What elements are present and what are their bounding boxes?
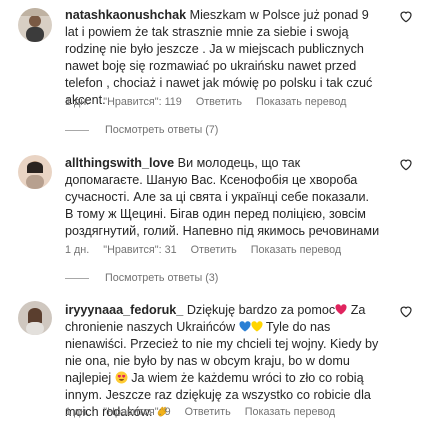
username[interactable]: iryyynaaa_fedoruk_ xyxy=(65,303,183,317)
comment-body-part-1: Dziękuję bardzo za pomoc xyxy=(186,303,336,317)
heart-eyes-emoji xyxy=(115,371,128,384)
show-translation-button[interactable]: Показать перевод xyxy=(256,96,346,108)
comment-time: 1 дн. xyxy=(65,406,90,418)
comment-meta: 1 дн. "Нравится": 119 Ответить Показать … xyxy=(65,96,357,108)
heart-outline-icon[interactable] xyxy=(398,8,414,24)
replies-divider xyxy=(65,277,89,279)
show-translation-button[interactable]: Показать перевод xyxy=(245,406,335,418)
comment-meta: 1 дн. "Нравится": 31 Ответить Показать п… xyxy=(65,244,352,256)
view-replies-button[interactable]: Посмотреть ответы (3) xyxy=(65,272,218,284)
comment-time: 1 дн. xyxy=(65,96,90,108)
replies-divider xyxy=(65,129,89,131)
heart-outline-icon[interactable] xyxy=(398,156,414,172)
avatar[interactable] xyxy=(18,155,52,189)
view-replies-label: Посмотреть ответы (7) xyxy=(105,124,219,136)
yellow-heart-emoji xyxy=(251,321,263,333)
reply-button[interactable]: Ответить xyxy=(196,96,242,108)
likes-count[interactable]: "Нравится": 9 xyxy=(103,406,170,418)
avatar[interactable] xyxy=(18,8,52,42)
view-replies-button[interactable]: Посмотреть ответы (7) xyxy=(65,124,218,136)
comment-text: iryyynaaa_fedoruk_ Dziękuję bardzo za po… xyxy=(65,302,383,421)
username[interactable]: natashkaonushchak xyxy=(65,8,186,22)
blue-heart-emoji xyxy=(239,321,251,333)
reply-button[interactable]: Ответить xyxy=(191,244,237,256)
comment-text: natashkaonushchak Mieszkam w Polsce już … xyxy=(65,7,380,109)
reply-button[interactable]: Ответить xyxy=(185,406,231,418)
comment-time: 1 дн. xyxy=(65,244,90,256)
username[interactable]: allthingswith_love xyxy=(65,156,174,170)
likes-count[interactable]: "Нравится": 31 xyxy=(103,244,176,256)
comment-text: allthingswith_love Ви молодець, що так д… xyxy=(65,155,380,240)
comment-meta: 1 дн. "Нравится": 9 Ответить Показать пе… xyxy=(65,406,346,418)
heart-outline-icon[interactable] xyxy=(398,303,414,319)
avatar[interactable] xyxy=(18,301,52,335)
comment-body: Mieszkam w Polsce już ponad 9 lat i powi… xyxy=(65,8,373,107)
view-replies-label: Посмотреть ответы (3) xyxy=(105,272,219,284)
likes-count[interactable]: "Нравится": 119 xyxy=(103,96,182,108)
red-heart-emoji xyxy=(335,304,347,316)
show-translation-button[interactable]: Показать перевод xyxy=(251,244,341,256)
